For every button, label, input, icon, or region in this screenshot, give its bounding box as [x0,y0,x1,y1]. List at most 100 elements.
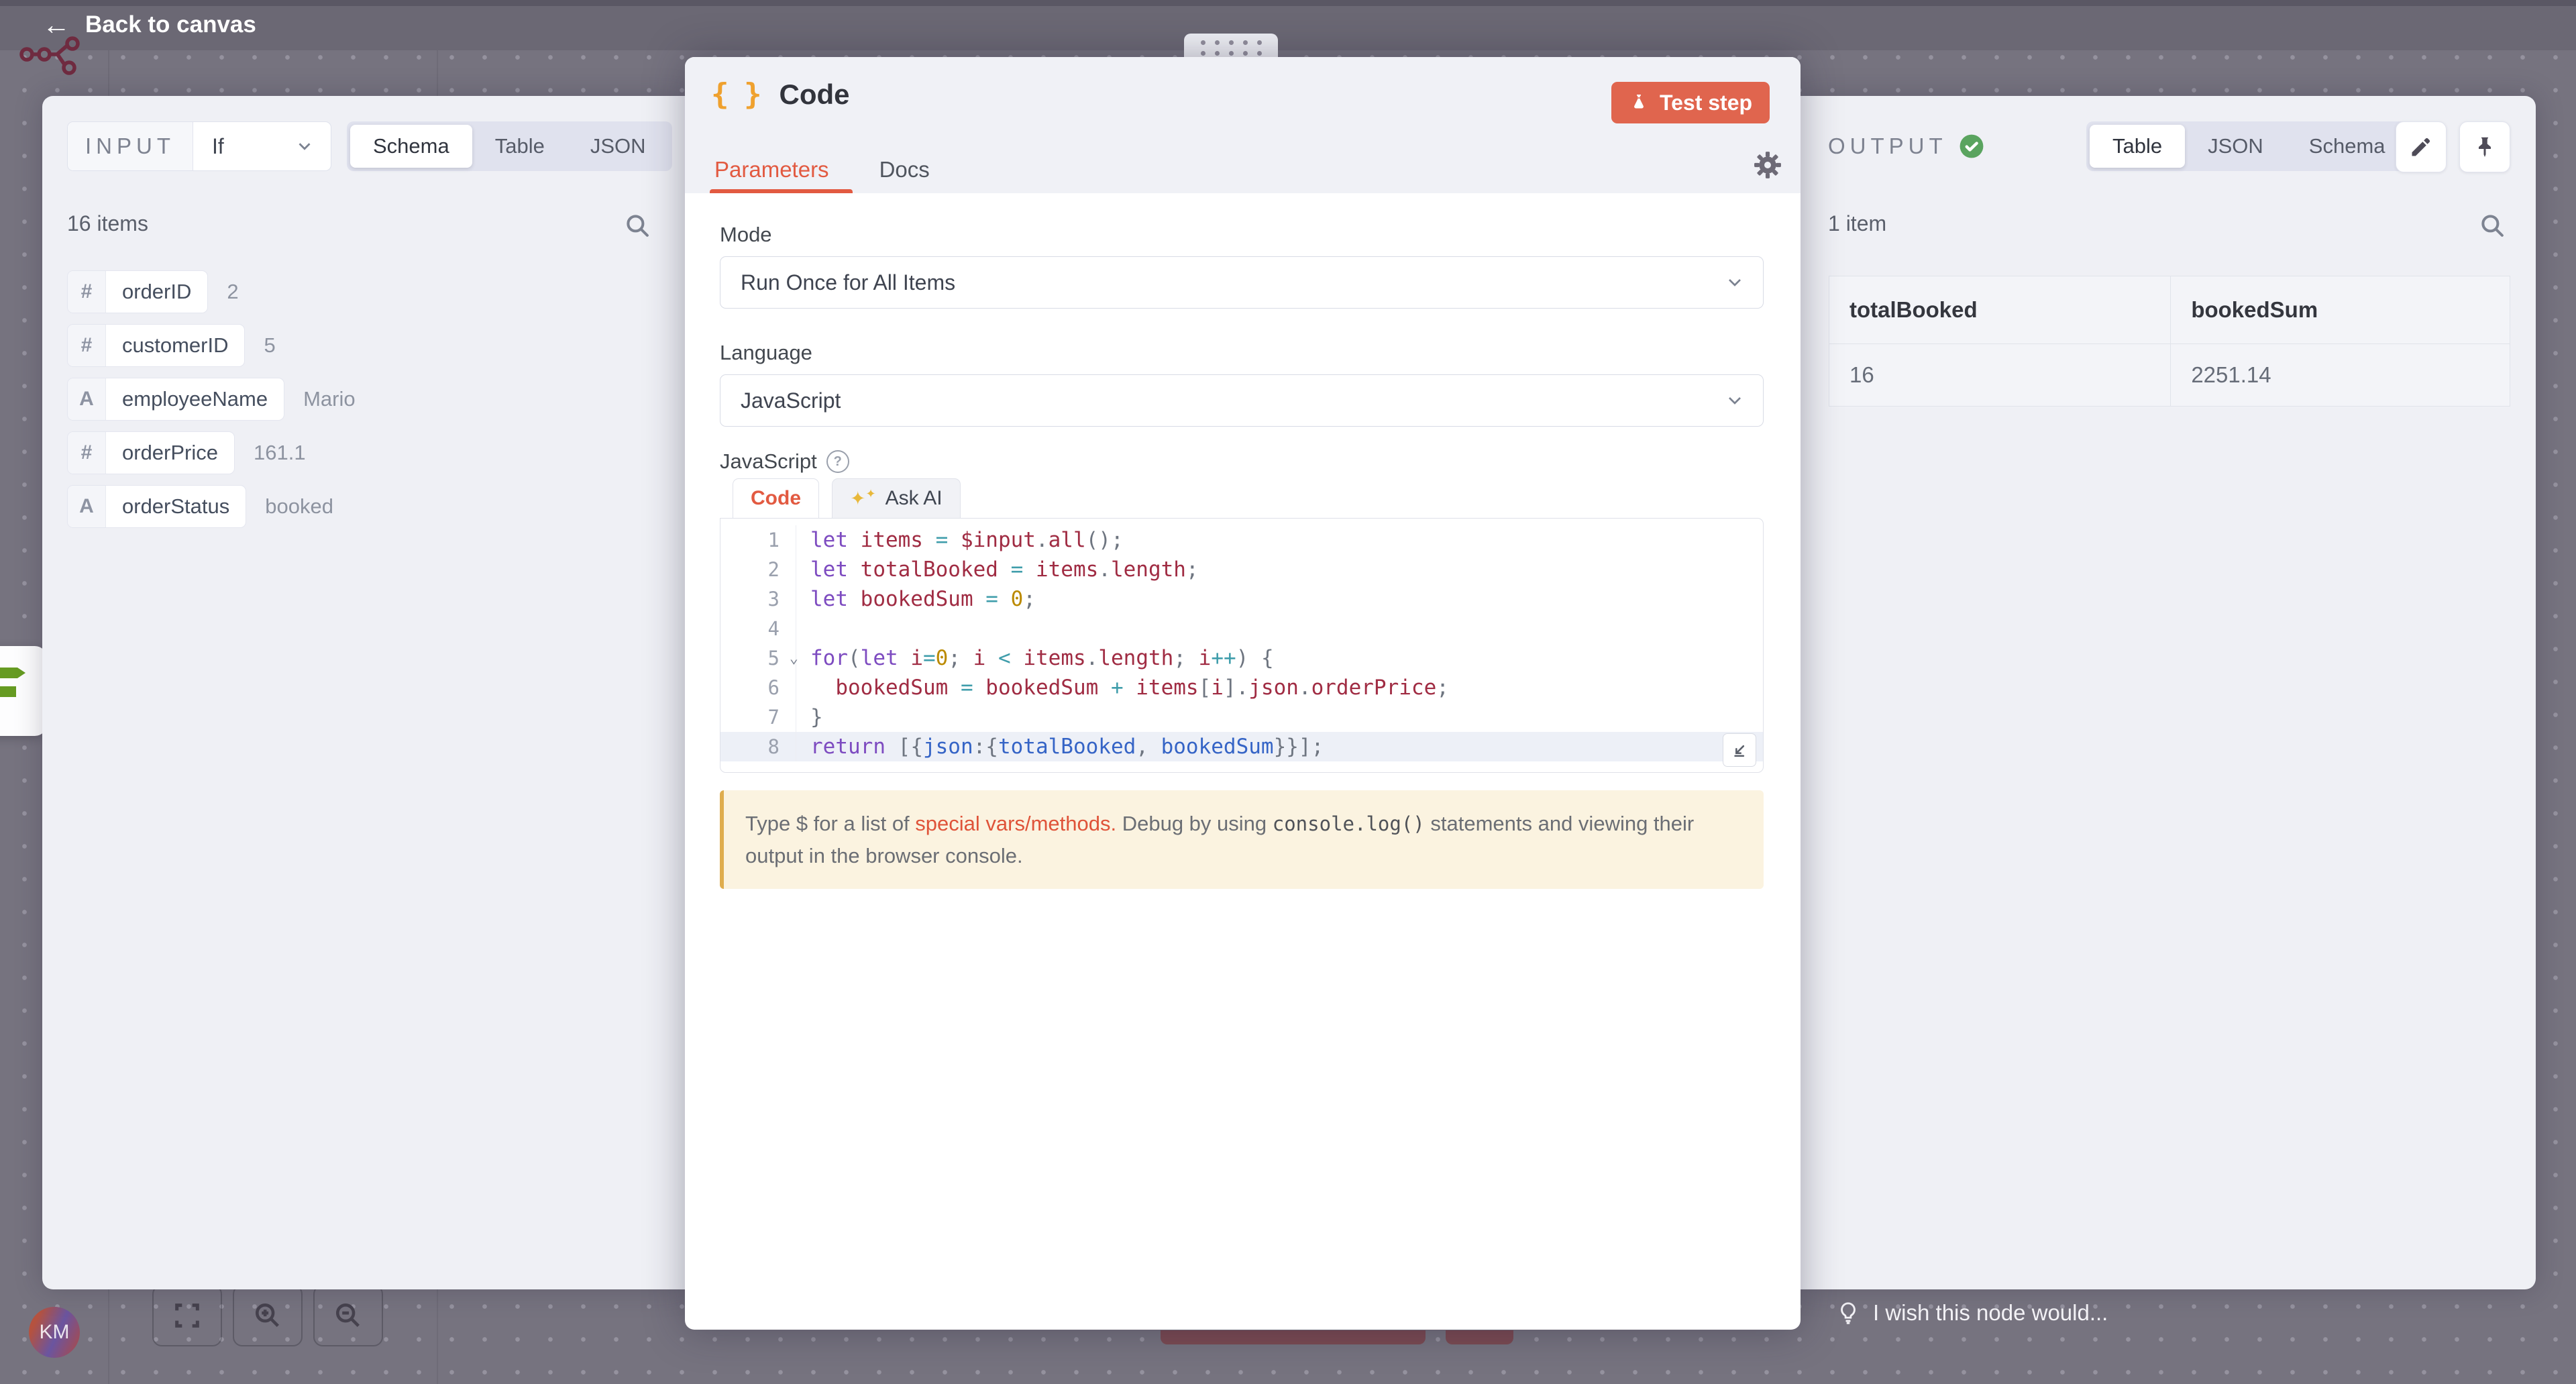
editor-tab-code[interactable]: Code [733,478,819,518]
zoom-out-button[interactable] [313,1285,383,1346]
pin-icon [2473,135,2497,159]
zoom-in-button[interactable] [233,1285,303,1346]
field-name: orderStatus [106,486,246,527]
schema-field-orderPrice[interactable]: #orderPrice161.1 [67,431,356,474]
schema-field-pill[interactable]: AemployeeName [67,378,284,421]
n8n-logo-icon [19,35,86,76]
field-value: Mario [303,387,356,411]
node-title-row: { } Code [711,77,849,111]
tab-parameters[interactable]: Parameters [714,157,829,182]
code-editor[interactable]: 1let items = $input.all();2let totalBook… [720,518,1764,773]
input-schema-list: #orderID 2 #customerID 5 AemployeeName Mario #… [67,270,356,528]
schema-field-pill[interactable]: #customerID [67,324,245,367]
expand-editor-icon [1730,741,1749,759]
code-line-3[interactable]: 3let bookedSum = 0; [720,584,1763,614]
hint-text: Type $ for a list of [745,812,915,835]
window-top-strip [0,0,2576,6]
field-name: orderID [106,271,207,313]
chevron-down-icon [294,136,315,156]
dimmed-test-workflow-button [1161,1330,1426,1344]
back-to-canvas-button[interactable]: ← Back to canvas [42,11,256,39]
code-text: for(let i=0; i < items.length; i++) { [796,646,1274,670]
language-value: JavaScript [741,388,841,413]
code-line-5[interactable]: 5⌄for(let i=0; i < items.length; i++) { [720,643,1763,673]
pin-output-button[interactable] [2459,121,2510,172]
input-panel: INPUT If SchemaTableJSON 16 items #order… [42,96,685,1289]
schema-field-employeeName[interactable]: AemployeeName Mario [67,378,356,421]
fold-chevron-icon[interactable]: ⌄ [790,650,798,667]
user-avatar[interactable]: KM [29,1307,80,1358]
editor-tab-ask-ai[interactable]: ✦✦ Ask AI [832,478,961,518]
schema-field-orderStatus[interactable]: AorderStatusbooked [67,485,356,528]
schema-field-orderID[interactable]: #orderID 2 [67,270,356,313]
zoom-to-fit-button[interactable] [152,1285,222,1346]
input-view-tab-schema[interactable]: Schema [350,125,472,168]
code-line-1[interactable]: 1let items = $input.all(); [720,525,1763,555]
field-name: customerID [106,325,244,366]
input-search-button[interactable] [623,211,651,243]
input-panel-title: INPUT [68,122,193,170]
node-title: Code [779,78,849,111]
output-view-tab-table[interactable]: Table [2090,125,2185,168]
language-select[interactable]: JavaScript [720,374,1764,427]
top-bar [0,0,2576,50]
output-search-button[interactable] [2478,211,2506,243]
success-check-icon [1959,134,1984,159]
test-step-button[interactable]: Test step [1611,82,1770,123]
input-view-tab-table[interactable]: Table [472,125,568,168]
help-icon[interactable]: ? [826,450,849,473]
output-cell: 2251.14 [2171,344,2510,407]
schema-field-customerID[interactable]: #customerID 5 [67,324,356,367]
line-number: 6 [720,673,796,702]
search-icon [623,211,651,239]
field-value: 5 [264,333,275,358]
output-view-tab-json[interactable]: JSON [2185,125,2286,168]
line-number: 3 [720,584,796,614]
node-settings-button[interactable] [1752,150,1783,184]
node-feedback-label: I wish this node would... [1873,1300,2108,1326]
special-vars-link[interactable]: special vars/methods. [915,812,1116,835]
node-feedback-link[interactable]: I wish this node would... [1835,1300,2108,1326]
back-arrow-icon: ← [42,11,70,39]
tab-docs[interactable]: Docs [879,157,930,182]
output-items-count: 1 item [1828,211,1886,236]
field-value: 2 [227,280,238,304]
code-text: bookedSum = bookedSum + items[i].json.or… [796,676,1449,700]
node-modal-tabs: Parameters Docs [714,146,930,193]
line-number: 8 [720,732,796,761]
editor-label-row: JavaScript ? [720,449,849,474]
code-line-7[interactable]: 7} [720,702,1763,732]
zoom-in-icon [252,1300,283,1331]
code-text: } [796,705,823,729]
edit-output-button[interactable] [2396,121,2447,172]
schema-field-pill[interactable]: AorderStatus [67,485,246,528]
node-details-modal: { } Code Test step Parameters Docs [685,57,1801,1330]
output-table-row[interactable]: 162251.14 [1829,344,2510,407]
pencil-icon [2409,135,2433,159]
code-line-8[interactable]: 8return [{json:{totalBooked, bookedSum}}… [720,732,1763,761]
line-number: 4 [720,614,796,643]
output-panel-title-row: OUTPUT [1828,121,1984,171]
line-number: 1 [720,525,796,555]
editor-expand-button[interactable] [1723,733,1756,767]
input-source-select[interactable]: If [193,122,331,170]
code-line-2[interactable]: 2let totalBooked = items.length; [720,555,1763,584]
search-icon [2478,211,2506,239]
input-view-tab-json[interactable]: JSON [568,125,669,168]
line-number: 7 [720,702,796,732]
lightbulb-icon [1835,1300,1861,1326]
zoom-out-icon [333,1300,364,1331]
schema-field-pill[interactable]: #orderID [67,270,208,313]
code-line-4[interactable]: 4 [720,614,1763,643]
schema-field-pill[interactable]: #orderPrice [67,431,235,474]
code-node-icon: { } [711,77,760,111]
chevron-down-icon [1724,272,1746,293]
output-view-tab-schema[interactable]: Schema [2286,125,2408,168]
code-line-6[interactable]: 6 bookedSum = bookedSum + items[i].json.… [720,673,1763,702]
if-node-card[interactable] [0,646,47,736]
dimmed-canvas-button [1446,1330,1513,1344]
mode-select[interactable]: Run Once for All Items [720,256,1764,309]
flask-icon [1629,93,1649,113]
chevron-down-icon [1724,390,1746,411]
output-column-bookedSum: bookedSum [2171,276,2510,344]
